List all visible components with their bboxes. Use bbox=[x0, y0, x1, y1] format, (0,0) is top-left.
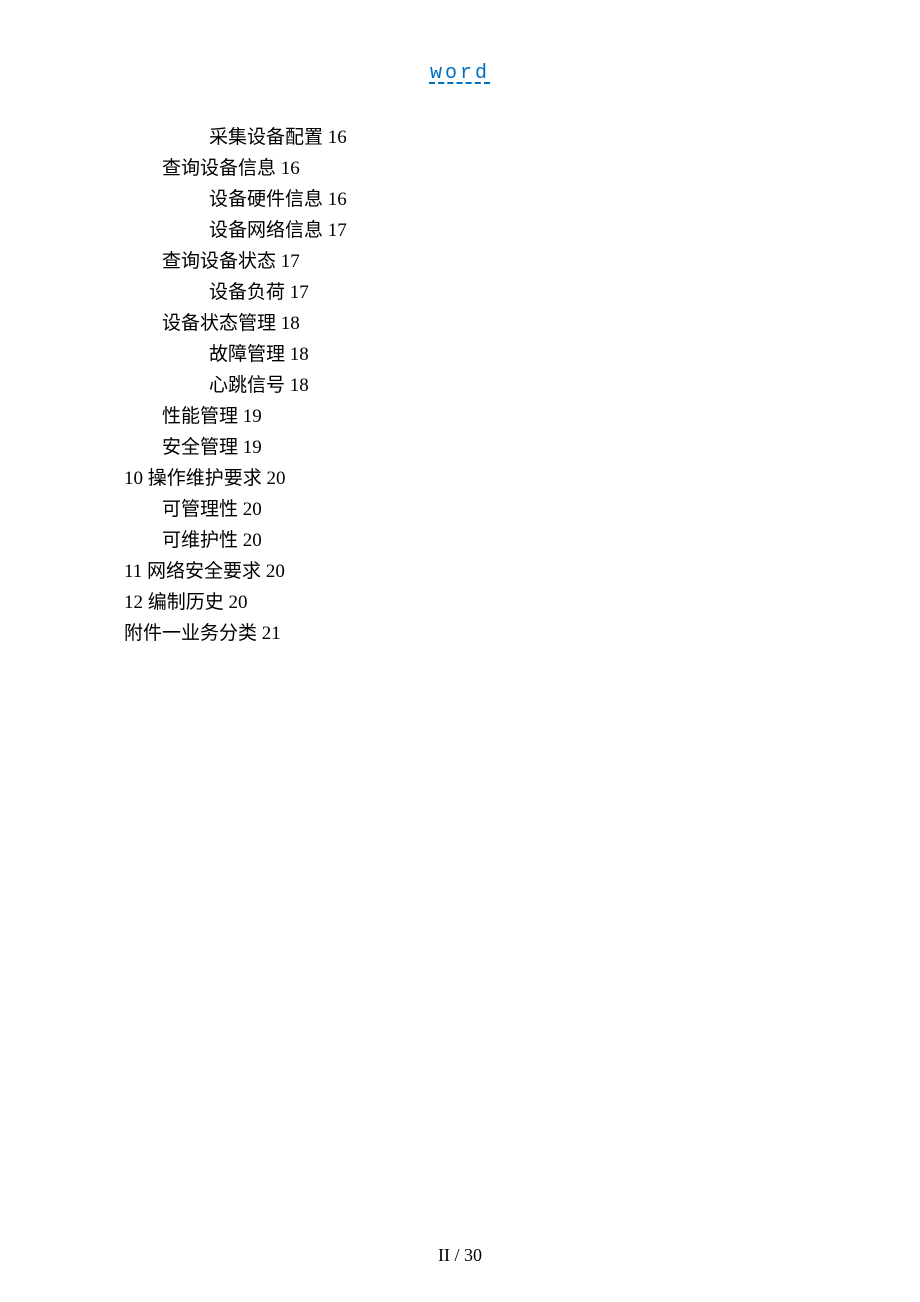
toc-entry: 可管理性 20 bbox=[124, 495, 920, 526]
toc-text: 设备状态管理 bbox=[162, 313, 276, 334]
toc-page: 16 bbox=[323, 189, 347, 210]
toc-text: 设备负荷 bbox=[209, 282, 285, 303]
toc-entry: 查询设备信息 16 bbox=[124, 154, 920, 185]
toc-text: 可管理性 bbox=[162, 499, 238, 520]
toc-page: 19 bbox=[238, 437, 262, 458]
toc-text: 查询设备状态 bbox=[162, 251, 276, 272]
footer-text: II / 30 bbox=[438, 1245, 482, 1265]
toc-entry: 安全管理 19 bbox=[124, 433, 920, 464]
toc-text: 设备硬件信息 bbox=[209, 189, 323, 210]
toc-entry: 设备硬件信息 16 bbox=[124, 185, 920, 216]
toc-text: 查询设备信息 bbox=[162, 158, 276, 179]
toc-page: 18 bbox=[285, 344, 309, 365]
table-of-contents: 采集设备配置 16查询设备信息 16设备硬件信息 16设备网络信息 17查询设备… bbox=[0, 123, 920, 649]
toc-page: 18 bbox=[285, 375, 309, 396]
toc-text: 操作维护要求 bbox=[148, 468, 262, 489]
toc-page: 17 bbox=[285, 282, 309, 303]
toc-entry: 12 编制历史 20 bbox=[124, 588, 920, 619]
toc-entry: 设备状态管理 18 bbox=[124, 309, 920, 340]
toc-entry: 11 网络安全要求 20 bbox=[124, 557, 920, 588]
toc-prefix: 10 bbox=[124, 468, 148, 489]
toc-page: 20 bbox=[238, 499, 262, 520]
toc-entry: 可维护性 20 bbox=[124, 526, 920, 557]
toc-page: 16 bbox=[323, 127, 347, 148]
toc-text: 网络安全要求 bbox=[147, 561, 261, 582]
toc-entry: 性能管理 19 bbox=[124, 402, 920, 433]
toc-page: 21 bbox=[257, 623, 281, 644]
toc-page: 17 bbox=[323, 220, 347, 241]
toc-text: 安全管理 bbox=[162, 437, 238, 458]
page-footer: II / 30 bbox=[0, 1245, 920, 1266]
toc-prefix: 11 bbox=[124, 561, 147, 582]
toc-page: 19 bbox=[238, 406, 262, 427]
toc-entry: 设备网络信息 17 bbox=[124, 216, 920, 247]
toc-text: 附件一业务分类 bbox=[124, 623, 257, 644]
header-link-text: word bbox=[430, 62, 490, 85]
toc-entry: 采集设备配置 16 bbox=[124, 123, 920, 154]
toc-entry: 心跳信号 18 bbox=[124, 371, 920, 402]
toc-page: 20 bbox=[261, 561, 285, 582]
toc-page: 20 bbox=[262, 468, 286, 489]
toc-text: 设备网络信息 bbox=[209, 220, 323, 241]
toc-text: 编制历史 bbox=[148, 592, 224, 613]
toc-text: 心跳信号 bbox=[209, 375, 285, 396]
toc-entry: 10 操作维护要求 20 bbox=[124, 464, 920, 495]
header-link[interactable]: word bbox=[0, 62, 920, 85]
toc-text: 可维护性 bbox=[162, 530, 238, 551]
toc-prefix: 12 bbox=[124, 592, 148, 613]
toc-entry: 附件一业务分类 21 bbox=[124, 619, 920, 650]
toc-page: 16 bbox=[276, 158, 300, 179]
toc-page: 20 bbox=[224, 592, 248, 613]
toc-entry: 故障管理 18 bbox=[124, 340, 920, 371]
toc-text: 故障管理 bbox=[209, 344, 285, 365]
toc-text: 性能管理 bbox=[162, 406, 238, 427]
toc-page: 18 bbox=[276, 313, 300, 334]
toc-page: 17 bbox=[276, 251, 300, 272]
toc-text: 采集设备配置 bbox=[209, 127, 323, 148]
toc-entry: 查询设备状态 17 bbox=[124, 247, 920, 278]
toc-entry: 设备负荷 17 bbox=[124, 278, 920, 309]
toc-page: 20 bbox=[238, 530, 262, 551]
